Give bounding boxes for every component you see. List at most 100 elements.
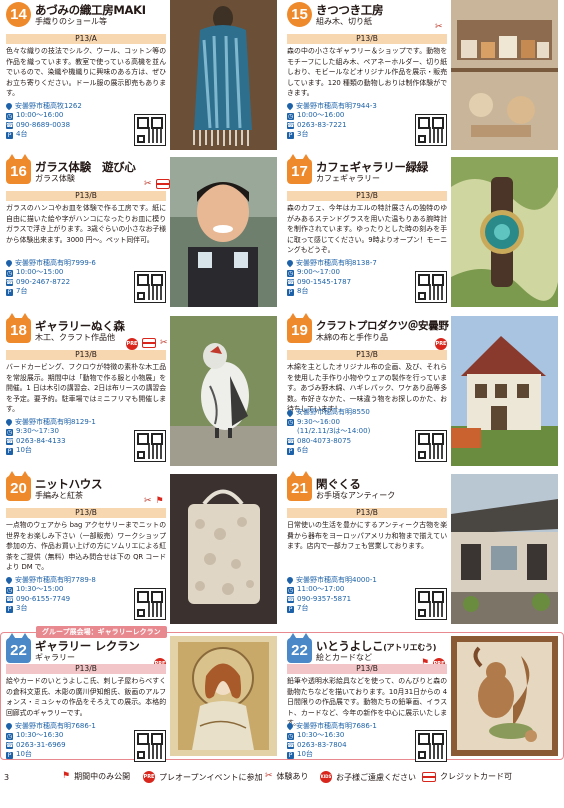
credit-card-icon (142, 338, 156, 348)
badges: ✂ (144, 179, 170, 190)
entry-description: 絵やカードのいとうよしこ氏、刺し子屋わらべすくの倉科文恵氏、木彫の廣川伊知朗氏、… (6, 677, 166, 717)
phone: 0263-83-7804 (297, 740, 347, 749)
location-pin-icon (4, 102, 14, 111)
phone-icon: ☎ (6, 122, 14, 130)
badges: ✂ (435, 22, 443, 33)
photo-watch (451, 157, 558, 307)
qr-code[interactable] (415, 588, 447, 620)
location-pin-icon (4, 722, 14, 731)
credit-card-icon (422, 771, 436, 782)
parking-icon: P (6, 447, 13, 455)
photo-knit-bag (170, 474, 277, 624)
address: 安曇野市穂高有明7686-1 (296, 721, 377, 730)
parking-icon: P (6, 751, 13, 759)
clock-icon: ◷ (6, 269, 13, 277)
parking: 10台 (16, 750, 32, 759)
entry-number: 22 (287, 633, 312, 663)
phone-icon: ☎ (6, 742, 14, 750)
experience-icon: ✂ (144, 496, 152, 506)
hours-note: (11/2.11/3は～14:00) (297, 427, 371, 436)
photo-boy (170, 157, 277, 307)
qr-code[interactable] (134, 588, 166, 620)
artist-name: いとうよしこ (316, 639, 384, 653)
entry-subtitle: お手頃なアンティーク (316, 491, 396, 500)
house-illustration (451, 316, 558, 466)
qr-code[interactable] (134, 430, 166, 462)
shawl-illustration (170, 0, 277, 150)
phone-icon: ☎ (287, 279, 295, 287)
shop-illustration (451, 474, 558, 624)
watch-illustration (451, 157, 558, 307)
entry-number: 20 (6, 471, 31, 501)
entry-info: 安曇野市穂高有明8550 ◷ 9:30～16:00 (11/2.11/3は～14:… (285, 408, 371, 456)
location-pin-icon (285, 576, 295, 585)
parking: 3台 (16, 604, 28, 613)
qr-code[interactable] (415, 430, 447, 462)
legend-no-kids: KIDS お子様ご遠慮ください (320, 771, 416, 783)
map-page-tag: P13/B (287, 350, 447, 360)
woodwork-illustration (451, 0, 558, 150)
legend-experience: ✂ 体験あり (265, 771, 309, 781)
parking-icon: P (287, 288, 294, 296)
entry-subtitle: カフェギャラリー (316, 174, 380, 183)
phone: 090-1545-1787 (297, 277, 352, 286)
page-number: 3 (4, 773, 10, 782)
clock-icon: ◷ (287, 112, 294, 120)
parking: 8台 (297, 287, 309, 296)
address: 安曇野市穂高有明8129-1 (15, 417, 96, 426)
qr-code[interactable] (415, 730, 447, 762)
badges: PRE ✂ (126, 338, 168, 350)
entry-info: 安曇野市穂高有明8129-1 ◷ 9:30～17:30 ☎ 0263-84-4133… (4, 417, 96, 456)
entry-17: 17 カフェギャラリー緑緑 カフェギャラリー P13/B 森のカフェ、今年はカエ… (283, 154, 559, 309)
entry-subtitle: 手織りのショール等 (35, 17, 107, 26)
photo-squirrel-art (451, 636, 558, 756)
qr-code[interactable] (415, 271, 447, 303)
entry-info: 安曇野市穂高有明7686-1 ◷ 10:30～16:30 ☎ 0263-83-780… (285, 721, 377, 760)
legend-credit-card: クレジットカード可 (422, 771, 512, 782)
hours: 10:00～15:00 (16, 268, 64, 277)
experience-icon: ✂ (265, 771, 273, 781)
parking: 10台 (297, 750, 313, 759)
map-page-tag: P13/B (6, 664, 166, 674)
credit-card-icon (155, 179, 170, 189)
qr-code[interactable] (415, 114, 447, 146)
hours: 10:30～16:30 (297, 731, 345, 740)
flag-icon: ⚑ (155, 496, 164, 506)
flag-icon: ⚑ (62, 771, 71, 781)
address: 安曇野市穂高有明8550 (296, 408, 370, 417)
location-pin-icon (4, 259, 14, 268)
entry-20: 20 ニットハウス 手編みと紅茶 ✂ ⚑ P13/B 一点物のウェアから bag … (2, 471, 278, 626)
qr-code[interactable] (134, 271, 166, 303)
entry-subtitle: ガラス体験 (35, 174, 75, 183)
entry-description: 日常使いの生活を豊かにするアンティーク古物を楽費から器布をヨーロッパアメリカ和物… (287, 521, 447, 550)
entry-number: 21 (287, 471, 312, 501)
pre-open-icon: PRE (435, 338, 447, 350)
parking: 6台 (297, 446, 309, 455)
qr-code[interactable] (134, 730, 166, 762)
clock-icon: ◷ (287, 269, 294, 277)
entry-19: 19 クラフトプロダクツ＠安曇野 木綿の布と手作り品 PRE P13/B 木綿を… (283, 313, 559, 468)
entry-info: 安曇野市穂高有明7686-1 ◷ 10:30～16:30 ☎ 0263-31-696… (4, 722, 96, 760)
qr-code[interactable] (134, 114, 166, 146)
clock-icon: ◷ (6, 112, 13, 120)
pre-open-icon: PRE (126, 338, 138, 350)
clock-icon: ◷ (6, 428, 13, 436)
phone: 090-9357-5871 (297, 594, 352, 603)
entry-description: 森のカフェ、今年はカエルの特計展さんの独特のゆがみあるステンドグラスを用いた温も… (287, 204, 447, 254)
parking-icon: P (287, 131, 294, 139)
entry-number: 15 (287, 2, 312, 27)
phone: 0263-31-6969 (16, 740, 66, 749)
address: 安曇野市穂高牧1262 (15, 101, 82, 110)
phone-icon: ☎ (287, 122, 295, 130)
entry-16: 16 ガラス体験 遊び心 ガラス体験 ✂ P13/B ガラスのハンコやお皿を体験… (2, 154, 278, 309)
entry-description: ガラスのハンコやお皿を体験で作る工房です。紙に自由に描いた絵や字がハンコになった… (6, 204, 166, 244)
entry-subtitle: 絵とカードなど (316, 653, 372, 662)
entry-title: クラフトプロダクツ＠安曇野 (316, 320, 449, 332)
location-pin-icon (4, 418, 14, 427)
entry-info: 安曇野市穂高有明7944-3 ◷ 10:00～16:00 ☎ 0263-83-722… (285, 102, 377, 140)
hours: 10:30～15:00 (16, 585, 64, 594)
entry-subtitle: 木工、クラフト作品他 (35, 333, 115, 342)
entry-subtitle: ギャラリー (35, 653, 75, 662)
entry-subtitle: 木綿の布と手作り品 (316, 333, 388, 342)
phone-icon: ☎ (287, 742, 295, 750)
